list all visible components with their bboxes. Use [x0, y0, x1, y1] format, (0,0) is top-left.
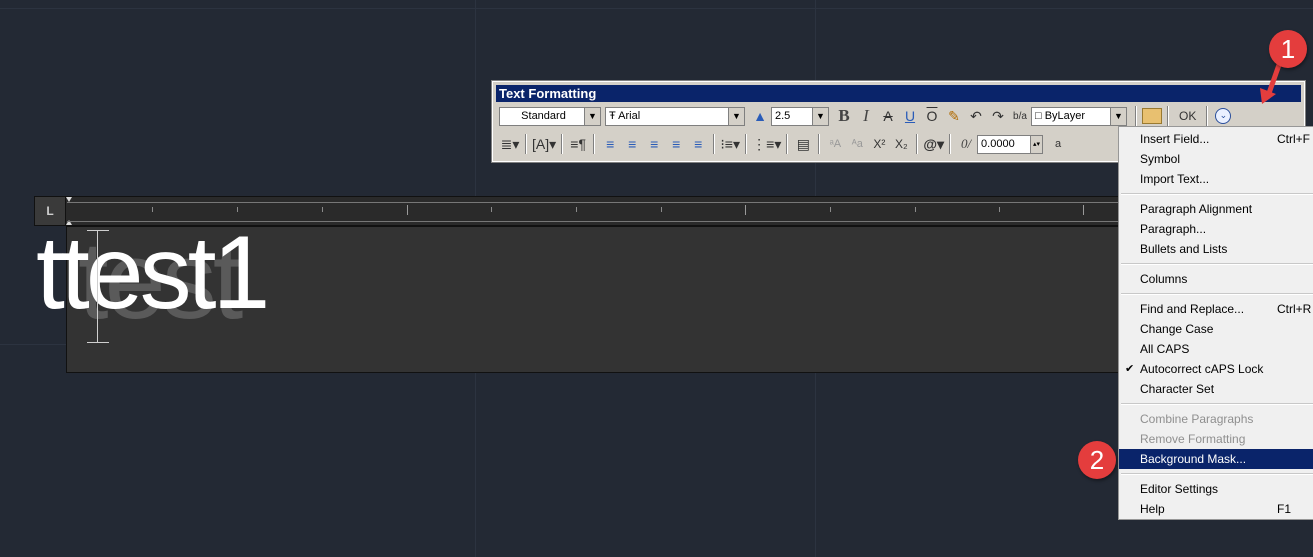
align-center-icon[interactable]: ≡ — [622, 134, 642, 154]
menu-item-paragraph-alignment[interactable]: Paragraph Alignment — [1119, 199, 1313, 219]
style-value: Standard — [521, 110, 566, 122]
overline-button[interactable]: O — [922, 106, 942, 126]
numbering-icon[interactable]: ⋮≡▾ — [752, 134, 781, 154]
text-cursor-top — [87, 230, 109, 231]
columns-icon[interactable]: ≣▾ — [500, 134, 520, 154]
oblique-angle-field[interactable]: 0.0000 ▴▾ — [977, 134, 1044, 154]
menu-item-find-and-replace[interactable]: Find and Replace... Ctrl+R — [1119, 299, 1313, 319]
mtext-content[interactable]: ttest1 — [36, 218, 270, 328]
underline-button[interactable]: U — [900, 106, 920, 126]
toolbar-row-2: ≣▾ [A]▾ ≡¶ ≡ ≡ ≡ ≡ ≡ ⁝≡▾ ⋮≡▾ ▤ ᵃA ᴬa X² … — [499, 132, 1069, 156]
justify-icon[interactable]: ≡ — [666, 134, 686, 154]
menu-separator — [1121, 293, 1313, 295]
font-combo[interactable]: Ŧ Arial ▼ — [605, 106, 745, 126]
annotative-icon[interactable]: ▲ — [750, 106, 770, 126]
checkmark-icon: ✔ — [1125, 363, 1135, 375]
menu-item-all-caps[interactable]: All CAPS — [1119, 339, 1313, 359]
stack-button[interactable]: b/a — [1010, 106, 1030, 126]
superscript-button[interactable]: X² — [869, 134, 889, 154]
toolbar-title[interactable]: Text Formatting — [496, 85, 1301, 102]
font-value: Ŧ Arial — [609, 110, 641, 122]
text-cursor-bottom — [87, 342, 109, 343]
ruler-toggle-icon[interactable] — [1142, 108, 1162, 124]
paragraph-icon[interactable]: ≡¶ — [568, 134, 588, 154]
menu-item-combine-paragraphs: Combine Paragraphs — [1140, 412, 1254, 426]
redo-button[interactable]: ↷ — [988, 106, 1008, 126]
strikethrough-button[interactable]: A — [878, 106, 898, 126]
text-cursor — [97, 230, 98, 342]
oblique-angle-icon: 0/ — [960, 136, 972, 151]
toolbar-row-1: Standard ▼ Ŧ Arial ▼ ▲ 2.5 ▼ B I A U O ✎… — [499, 104, 1234, 128]
menu-item-bullets-and-lists[interactable]: Bullets and Lists — [1119, 239, 1313, 259]
menu-item-remove-formatting: Remove Formatting — [1140, 432, 1246, 446]
color-value: □ ByLayer — [1035, 110, 1086, 122]
menu-item-autocorrect-caps-lock[interactable]: ✔ Autocorrect cAPS Lock — [1119, 359, 1313, 379]
italic-button[interactable]: I — [856, 106, 876, 126]
menu-item-insert-field[interactable]: Insert Field... Ctrl+F — [1119, 129, 1313, 149]
menu-separator — [1121, 193, 1313, 195]
menu-item-character-set[interactable]: Character Set — [1119, 379, 1313, 399]
chevron-down-icon[interactable]: ▼ — [728, 107, 744, 125]
menu-item-help[interactable]: Help F1 — [1119, 499, 1313, 519]
tracking-icon[interactable]: a — [1048, 134, 1068, 154]
menu-separator — [1121, 403, 1313, 405]
options-chevron-icon: ⌄ — [1215, 108, 1232, 124]
subscript-button[interactable]: X₂ — [891, 134, 911, 154]
menu-item-paragraph[interactable]: Paragraph... — [1119, 219, 1313, 239]
callout-badge-1: 1 — [1269, 30, 1307, 68]
chevron-down-icon[interactable]: ▼ — [812, 107, 828, 125]
spinner-icon[interactable]: ▴▾ — [1030, 135, 1043, 153]
text-height-combo[interactable]: 2.5 ▼ — [771, 106, 829, 126]
undo-button[interactable]: ↶ — [966, 106, 986, 126]
chevron-down-icon[interactable]: ▼ — [1110, 107, 1126, 125]
align-left-icon[interactable]: ≡ — [600, 134, 620, 154]
uppercase-icon[interactable]: ᵃA — [825, 134, 845, 154]
style-combo[interactable]: Standard ▼ — [499, 106, 601, 126]
line-spacing-icon[interactable]: ⁝≡▾ — [720, 134, 740, 154]
lowercase-icon[interactable]: ᴬa — [847, 134, 867, 154]
menu-item-change-case[interactable]: Change Case — [1119, 319, 1313, 339]
match-properties-icon[interactable]: ✎ — [944, 106, 964, 126]
options-button[interactable]: ⌄ — [1213, 106, 1233, 126]
symbol-button[interactable]: @ ▾ — [923, 134, 944, 154]
menu-item-editor-settings[interactable]: Editor Settings — [1119, 479, 1313, 499]
oblique-angle-value: 0.0000 — [981, 138, 1015, 150]
menu-item-import-text[interactable]: Import Text... — [1119, 169, 1313, 189]
insert-field-icon[interactable]: ▤ — [793, 134, 813, 154]
menu-separator — [1121, 263, 1313, 265]
menu-item-background-mask[interactable]: Background Mask... — [1119, 449, 1313, 469]
options-menu: Insert Field... Ctrl+F Symbol Import Text… — [1118, 126, 1313, 520]
distribute-icon[interactable]: ≡ — [688, 134, 708, 154]
align-right-icon[interactable]: ≡ — [644, 134, 664, 154]
ok-button[interactable]: OK — [1174, 106, 1201, 126]
callout-badge-2: 2 — [1078, 441, 1116, 479]
menu-item-columns[interactable]: Columns — [1119, 269, 1313, 289]
menu-separator — [1121, 473, 1313, 475]
bold-button[interactable]: B — [834, 106, 854, 126]
color-combo[interactable]: □ ByLayer ▼ — [1031, 106, 1127, 126]
mtext-justification-icon[interactable]: [A]▾ — [532, 134, 556, 154]
chevron-down-icon[interactable]: ▼ — [584, 107, 600, 125]
menu-item-symbol[interactable]: Symbol — [1119, 149, 1313, 169]
text-height-value: 2.5 — [775, 110, 791, 122]
